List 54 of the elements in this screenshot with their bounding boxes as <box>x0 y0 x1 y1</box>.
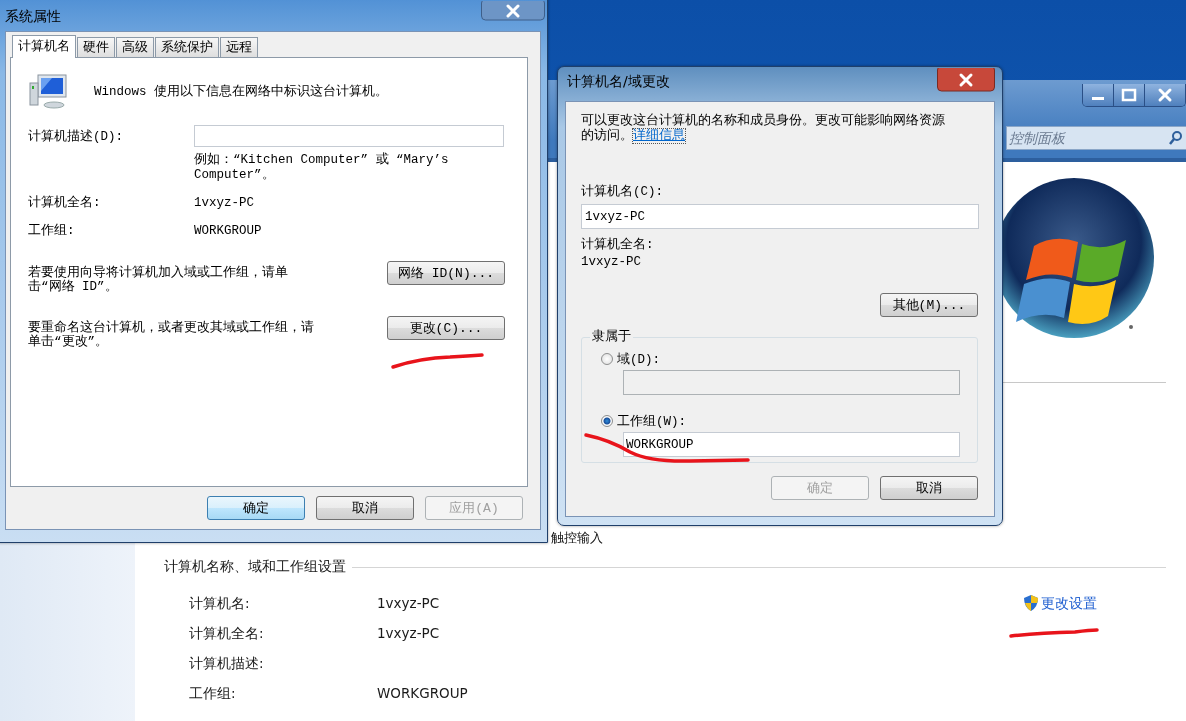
field-value: 1vxyz-PC <box>377 594 441 613</box>
tab[interactable]: 计算机名 <box>12 35 76 58</box>
radio-button[interactable] <box>601 353 613 365</box>
group-title: 隶属于 <box>590 329 633 345</box>
action-button[interactable]: 更改(C)... <box>387 316 505 340</box>
field-value: 1vxyz-PC <box>194 195 255 212</box>
field-label: 计算机全名: <box>581 237 655 253</box>
workgroup-field[interactable]: WORKGROUP <box>623 432 960 457</box>
maximize-button[interactable] <box>1113 84 1144 106</box>
instruction-text: 若要使用向导将计算机加入域或工作组，请单击“网络 ID”。 <box>28 266 289 294</box>
search-field[interactable]: 控制面板 <box>1006 126 1186 150</box>
minimize-button[interactable] <box>1083 84 1113 106</box>
close-button[interactable] <box>937 68 995 92</box>
radio-label: 域(D): <box>617 351 660 368</box>
tab[interactable]: 硬件 <box>77 37 115 57</box>
section-title: 计算机名称、域和工作组设置 <box>164 558 346 576</box>
shield-icon <box>1023 594 1039 612</box>
field-label: 工作组: <box>28 222 76 240</box>
field-label: 计算机名(C): <box>581 184 664 200</box>
tab[interactable]: 高级 <box>116 37 154 57</box>
field-label: 计算机名: <box>189 594 251 613</box>
radio-button[interactable] <box>601 415 613 427</box>
search-icon <box>1168 130 1182 146</box>
dialog-button[interactable]: 确定 <box>207 496 305 520</box>
dialog-button[interactable]: 取消 <box>880 476 978 500</box>
close-button[interactable] <box>481 1 545 21</box>
more-button[interactable]: 其他(M)... <box>880 293 978 317</box>
field-label: 计算机全名: <box>28 194 102 212</box>
field-value: 1vxyz-PC <box>377 624 441 643</box>
field-label: 计算机全名: <box>189 624 265 643</box>
field-label: 计算机描述: <box>189 654 265 673</box>
computer-icon <box>28 71 68 111</box>
details-link[interactable]: 详细信息 <box>633 129 685 143</box>
field-value: WORKGROUP <box>194 223 263 240</box>
intro-text: Windows 使用以下信息在网络中标识这台计算机。 <box>94 83 388 100</box>
field-value: 1vxyz-PC <box>581 254 642 271</box>
hint-text: 例如：“Kitchen Computer” 或 “Mary’s Computer”。 <box>194 153 450 183</box>
tab[interactable]: 系统保护 <box>155 37 219 57</box>
description-field[interactable] <box>194 125 504 147</box>
computer-name-field[interactable]: 1vxyz-PC <box>581 204 979 229</box>
window-title: 计算机名/域更改 <box>567 72 670 90</box>
field-label: 计算机描述(D): <box>28 128 124 145</box>
dialog-button[interactable]: 取消 <box>316 496 414 520</box>
close-button[interactable] <box>1144 84 1185 106</box>
field-value: WORKGROUP <box>377 684 469 703</box>
intro-text: 可以更改这台计算机的名称和成员身份。更改可能影响网络资源的访问。详细信息 <box>581 114 946 144</box>
tab[interactable]: 远程 <box>220 37 258 57</box>
radio-label: 工作组(W): <box>617 413 686 430</box>
change-settings-link[interactable]: 更改设置 <box>1041 588 1097 618</box>
partial-text: 触控输入 <box>551 530 604 546</box>
action-button[interactable]: 网络 ID(N)... <box>387 261 505 285</box>
window-title: 系统属性 <box>5 7 61 25</box>
instruction-text: 要重命名这台计算机，或者更改其域或工作组，请单击“更改”。 <box>28 321 315 349</box>
field-label: 工作组: <box>189 684 237 703</box>
